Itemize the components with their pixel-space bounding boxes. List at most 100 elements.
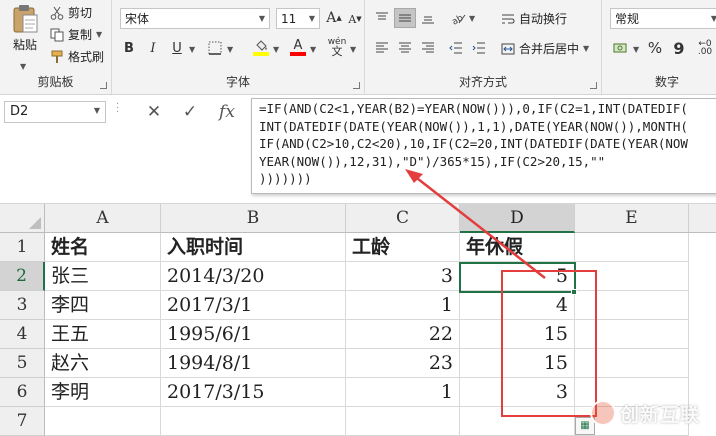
- cell-a7[interactable]: [45, 407, 161, 436]
- cell-a6[interactable]: 李明: [45, 378, 161, 407]
- merge-center-label: 合并后居中: [519, 42, 580, 56]
- cell-c2[interactable]: 3: [346, 262, 460, 291]
- row-header-5[interactable]: 5: [0, 349, 45, 378]
- select-all-button[interactable]: [0, 204, 45, 233]
- cell-a3[interactable]: 李四: [45, 291, 161, 320]
- font-size-value: 11: [281, 11, 297, 26]
- fill-color-button[interactable]: [250, 38, 272, 58]
- clipboard-launcher-icon[interactable]: [100, 82, 107, 89]
- cancel-button[interactable]: ✕: [140, 101, 168, 123]
- formula-input[interactable]: =IF(AND(C2<1,YEAR(B2)=YEAR(NOW())),0,IF(…: [251, 98, 716, 194]
- increase-decimal-button[interactable]: ←0.00: [694, 38, 716, 58]
- format-painter-button[interactable]: 格式刷: [50, 48, 104, 65]
- cell-a4[interactable]: 王五: [45, 320, 161, 349]
- watermark: 创新互联: [590, 395, 716, 431]
- cell-b1[interactable]: 入职时间: [161, 233, 346, 262]
- orientation-dropdown-icon[interactable]: ▼: [469, 14, 475, 23]
- paste-label: 粘贴: [12, 38, 37, 52]
- cell-c1[interactable]: 工龄: [346, 233, 460, 262]
- italic-button[interactable]: I: [142, 38, 164, 58]
- cell-c7[interactable]: [346, 407, 460, 436]
- fill-color-swatch: [253, 52, 269, 56]
- paste-icon: [13, 5, 38, 33]
- align-top-button[interactable]: [371, 8, 393, 28]
- wrap-text-button[interactable]: 自动换行: [501, 10, 567, 27]
- phonetic-button[interactable]: wén 文: [326, 37, 348, 57]
- insert-function-button[interactable]: fx: [212, 101, 242, 123]
- font-color-swatch: [290, 52, 306, 56]
- comma-style-button[interactable]: 9: [668, 38, 690, 58]
- cut-button[interactable]: 剪切: [50, 4, 92, 21]
- bold-button[interactable]: B: [118, 38, 140, 58]
- drag-handle-icon[interactable]: · · ·: [116, 100, 122, 118]
- chevron-down-icon: ▼: [711, 14, 716, 23]
- copy-dropdown-icon[interactable]: ▼: [96, 30, 102, 39]
- cell-c3[interactable]: 1: [346, 291, 460, 320]
- paste-button[interactable]: 粘贴: [6, 4, 44, 60]
- paste-dropdown-icon[interactable]: ▼: [20, 62, 26, 71]
- copy-button[interactable]: 复制 ▼: [50, 26, 102, 43]
- cell-b5[interactable]: 1994/8/1: [161, 349, 346, 378]
- accounting-format-button[interactable]: [610, 38, 632, 58]
- cell-b3[interactable]: 2017/3/1: [161, 291, 346, 320]
- cell-e1[interactable]: [575, 233, 689, 262]
- align-middle-icon: [399, 14, 411, 22]
- cell-c6[interactable]: 1: [346, 378, 460, 407]
- shrink-font-button[interactable]: A ▼: [344, 9, 366, 29]
- cell-a2[interactable]: 张三: [45, 262, 161, 291]
- cell-d1[interactable]: 年休假: [460, 233, 575, 262]
- font-color-dropdown-icon[interactable]: ▼: [310, 45, 316, 54]
- decrease-indent-button[interactable]: [445, 38, 467, 58]
- fill-color-dropdown-icon[interactable]: ▼: [273, 45, 279, 54]
- merge-center-button[interactable]: 合并后居中 ▼: [501, 40, 589, 57]
- grow-font-button[interactable]: A ▲: [323, 8, 345, 28]
- cell-b2[interactable]: 2014/3/20: [161, 262, 346, 291]
- cell-b7[interactable]: [161, 407, 346, 436]
- accounting-dropdown-icon[interactable]: ▼: [633, 45, 639, 54]
- cell-a1[interactable]: 姓名: [45, 233, 161, 262]
- increase-indent-button[interactable]: [468, 38, 490, 58]
- cell-b4[interactable]: 1995/6/1: [161, 320, 346, 349]
- cell-c4[interactable]: 22: [346, 320, 460, 349]
- row-header-2[interactable]: 2: [0, 262, 45, 291]
- column-header-c[interactable]: C: [346, 204, 460, 233]
- column-header-d[interactable]: D: [460, 204, 575, 233]
- shrink-font-icon: A: [348, 12, 357, 26]
- borders-button[interactable]: [204, 38, 226, 58]
- column-header-b[interactable]: B: [161, 204, 346, 233]
- cell-b6[interactable]: 2017/3/15: [161, 378, 346, 407]
- orientation-button[interactable]: ab: [447, 8, 469, 28]
- borders-dropdown-icon[interactable]: ▼: [227, 45, 233, 54]
- align-center-button[interactable]: [394, 38, 416, 58]
- cell-a5[interactable]: 赵六: [45, 349, 161, 378]
- number-format-select[interactable]: 常规 ▼: [610, 8, 716, 29]
- phonetic-dropdown-icon[interactable]: ▼: [350, 45, 356, 54]
- row-header-7[interactable]: 7: [0, 407, 45, 436]
- percent-style-button[interactable]: %: [644, 38, 666, 58]
- row-header-1[interactable]: 1: [0, 233, 45, 262]
- underline-dropdown-icon[interactable]: ▼: [189, 45, 195, 54]
- watermark-logo-icon: [590, 400, 616, 426]
- align-right-button[interactable]: [417, 38, 439, 58]
- underline-button[interactable]: U: [166, 38, 188, 58]
- align-bottom-button[interactable]: [417, 8, 439, 28]
- font-launcher-icon[interactable]: [353, 82, 360, 89]
- font-size-select[interactable]: 11 ▼: [276, 8, 320, 29]
- clipboard-group: 粘贴 ▼ 剪切 复制 ▼ 格式刷 剪贴板: [0, 0, 112, 94]
- row-header-3[interactable]: 3: [0, 291, 45, 320]
- merge-dropdown-icon[interactable]: ▼: [583, 44, 589, 53]
- font-name-select[interactable]: 宋体 ▼: [120, 8, 270, 29]
- alignment-launcher-icon[interactable]: [590, 82, 597, 89]
- font-color-button[interactable]: A: [287, 38, 309, 58]
- name-box[interactable]: D2 ▼: [4, 101, 106, 123]
- row-header-6[interactable]: 6: [0, 378, 45, 407]
- align-middle-button[interactable]: [394, 8, 416, 28]
- column-header-a[interactable]: A: [45, 204, 161, 233]
- enter-button[interactable]: ✓: [176, 101, 204, 123]
- column-header-f[interactable]: [689, 204, 716, 233]
- row-header-4[interactable]: 4: [0, 320, 45, 349]
- clipboard-group-label: 剪贴板: [37, 75, 74, 89]
- cell-c5[interactable]: 23: [346, 349, 460, 378]
- align-left-button[interactable]: [371, 38, 393, 58]
- column-header-e[interactable]: E: [575, 204, 689, 233]
